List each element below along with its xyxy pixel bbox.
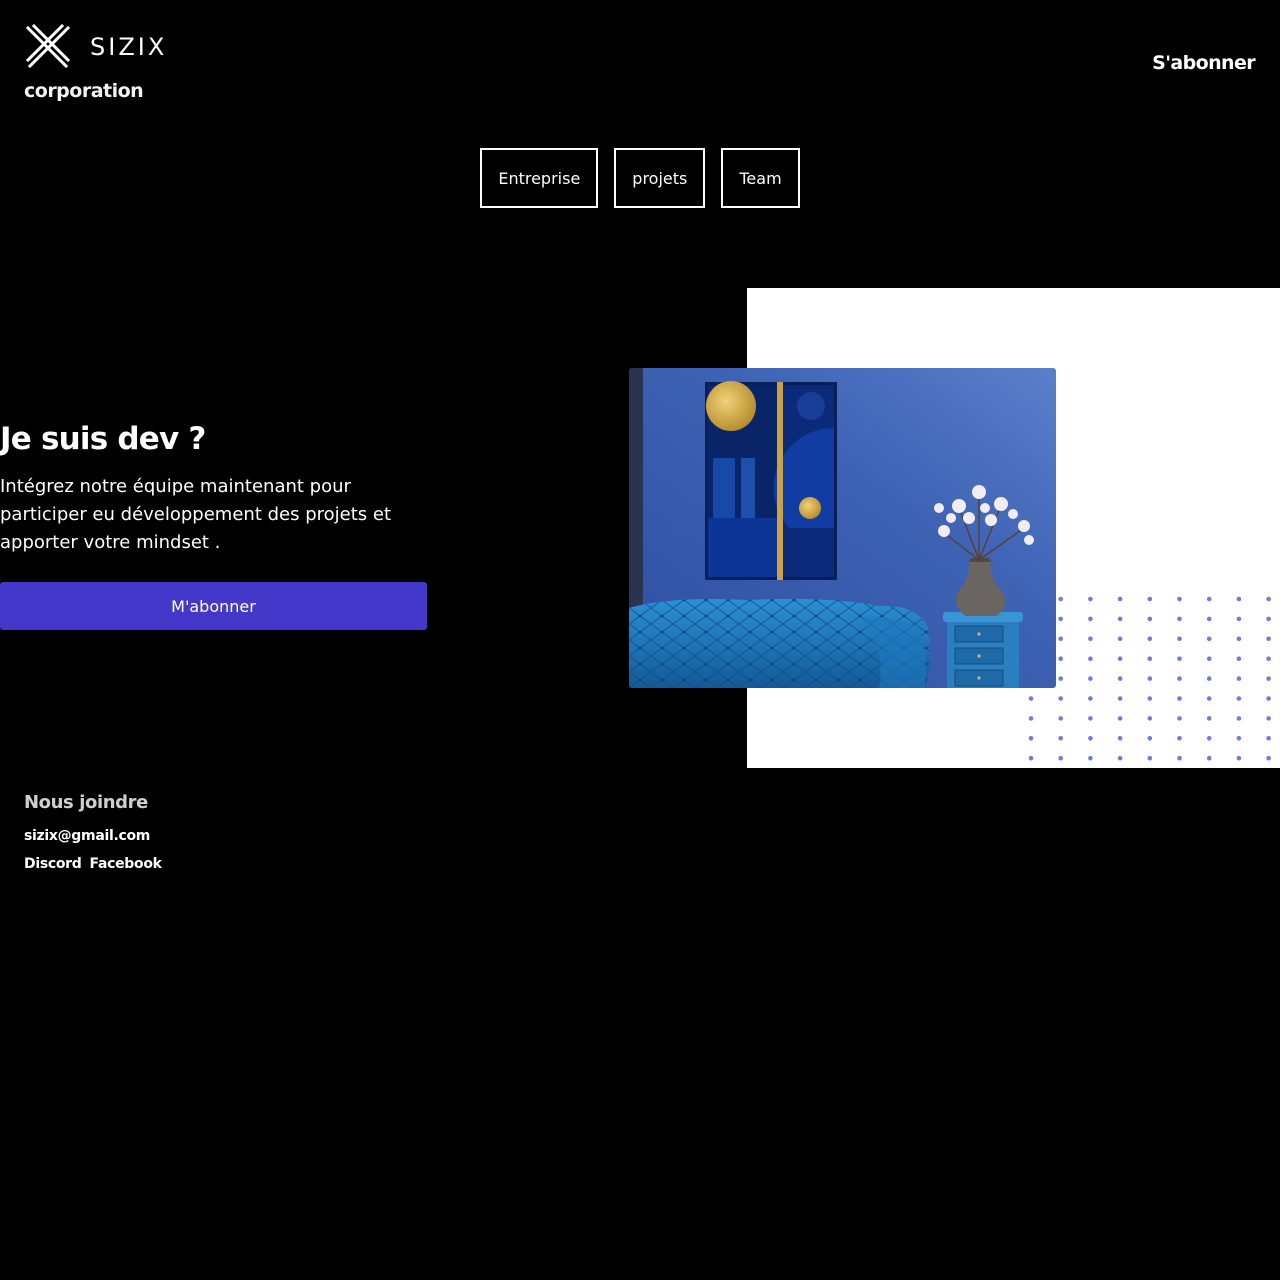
contact-heading: Nous joindre <box>24 792 148 813</box>
pattern-dot <box>1177 596 1182 602</box>
pattern-dot <box>1088 636 1093 642</box>
subscribe-cta-button[interactable]: M'abonner <box>0 582 427 630</box>
subscribe-link[interactable]: S'abonner <box>1152 52 1255 74</box>
page: SIZIX corporation S'abonner Entreprise p… <box>0 0 1280 1280</box>
pattern-dot <box>1206 755 1212 761</box>
pattern-dot <box>1058 656 1063 661</box>
brand-tagline: corporation <box>24 80 144 102</box>
pattern-dot <box>1236 736 1242 741</box>
pattern-dot <box>1206 596 1212 602</box>
pattern-dot <box>1236 716 1242 721</box>
pattern-dot <box>1088 656 1093 661</box>
contact-email-link[interactable]: sizix@gmail.com <box>24 828 150 844</box>
pattern-dot <box>1177 676 1182 681</box>
pattern-dot <box>1266 636 1271 642</box>
pattern-dot <box>1266 616 1271 622</box>
pattern-dot <box>1088 755 1093 761</box>
hero-title: Je suis dev ? <box>0 421 206 457</box>
pattern-dot <box>1147 696 1153 701</box>
pattern-dot <box>1058 755 1063 761</box>
pattern-dot <box>1147 596 1153 602</box>
pattern-dot <box>1177 716 1182 721</box>
hero-description: Intégrez notre équipe maintenant pour pa… <box>0 476 392 553</box>
pattern-dot <box>1236 596 1242 602</box>
pattern-dot <box>1088 616 1093 622</box>
pattern-dot <box>1236 616 1242 622</box>
pattern-dot <box>1117 716 1123 721</box>
discord-link[interactable]: Discord <box>24 856 82 872</box>
pattern-dot <box>1147 636 1153 642</box>
pattern-dot <box>1177 755 1182 761</box>
pattern-dot <box>1206 656 1212 661</box>
pattern-dot <box>1058 676 1063 681</box>
pattern-dot <box>1206 636 1212 642</box>
pattern-dot <box>1147 716 1153 721</box>
pattern-dot <box>1206 696 1212 701</box>
pattern-dot <box>1088 596 1093 602</box>
pattern-dot <box>1058 696 1063 701</box>
pattern-dot <box>1236 676 1242 681</box>
pattern-dot <box>1147 736 1153 741</box>
pattern-dot <box>1117 736 1123 741</box>
pattern-dot <box>1117 676 1123 681</box>
pattern-dot <box>1266 736 1271 741</box>
pattern-dot <box>1028 755 1034 761</box>
pattern-dot <box>1147 656 1153 661</box>
pattern-dot <box>1058 636 1063 642</box>
pattern-dot <box>1088 716 1093 721</box>
pattern-dot <box>1058 736 1063 741</box>
logo[interactable]: SIZIX <box>24 24 167 70</box>
pattern-dot <box>1028 696 1034 701</box>
pattern-dot <box>1088 696 1093 701</box>
pattern-dot <box>1177 736 1182 741</box>
brand-name: SIZIX <box>90 33 168 61</box>
pattern-dot <box>1058 596 1063 602</box>
pattern-dot <box>1088 676 1093 681</box>
pattern-dot <box>1206 736 1212 741</box>
nav-button-projets[interactable]: projets <box>614 148 706 208</box>
pattern-dot <box>1117 696 1123 701</box>
facebook-link[interactable]: Facebook <box>90 856 162 872</box>
pattern-dot <box>1117 616 1123 622</box>
pattern-dot <box>1058 716 1063 721</box>
nav-button-entreprise[interactable]: Entreprise <box>480 148 599 208</box>
pattern-dot <box>1266 755 1271 761</box>
pattern-dot <box>1088 736 1093 741</box>
pattern-dot <box>1028 716 1034 721</box>
pattern-dot <box>1236 696 1242 701</box>
pattern-dot <box>1058 616 1063 622</box>
dot-pattern <box>1028 596 1271 761</box>
pattern-dot <box>1147 616 1153 622</box>
pattern-dot <box>1147 755 1153 761</box>
pattern-dot <box>1117 755 1123 761</box>
pattern-dot <box>1206 676 1212 681</box>
pattern-dot <box>1236 656 1242 661</box>
pattern-dot <box>1177 696 1182 701</box>
main-nav: Entreprise projets Team <box>0 148 1280 208</box>
pattern-dot <box>1206 716 1212 721</box>
pattern-dot <box>1177 616 1182 622</box>
pattern-dot <box>1117 636 1123 642</box>
nav-button-team[interactable]: Team <box>721 148 800 208</box>
sizix-x-logo-icon <box>25 24 71 69</box>
pattern-dot <box>1236 636 1242 642</box>
pattern-dot <box>1236 755 1242 761</box>
pattern-dot <box>1028 736 1034 741</box>
pattern-dot <box>1117 596 1123 602</box>
social-links: Discord Facebook <box>24 856 162 872</box>
pattern-dot <box>1177 636 1182 642</box>
pattern-dot <box>1147 676 1153 681</box>
pattern-dot <box>1177 656 1182 661</box>
pattern-dot <box>1266 596 1271 602</box>
pattern-dot <box>1266 676 1271 681</box>
pattern-dot <box>1206 616 1212 622</box>
pattern-dot <box>1117 656 1123 661</box>
pattern-dot <box>1266 716 1271 721</box>
living-room-blue-sofa-photo <box>629 368 1056 688</box>
pattern-dot <box>1266 696 1271 701</box>
pattern-dot <box>1266 656 1271 661</box>
